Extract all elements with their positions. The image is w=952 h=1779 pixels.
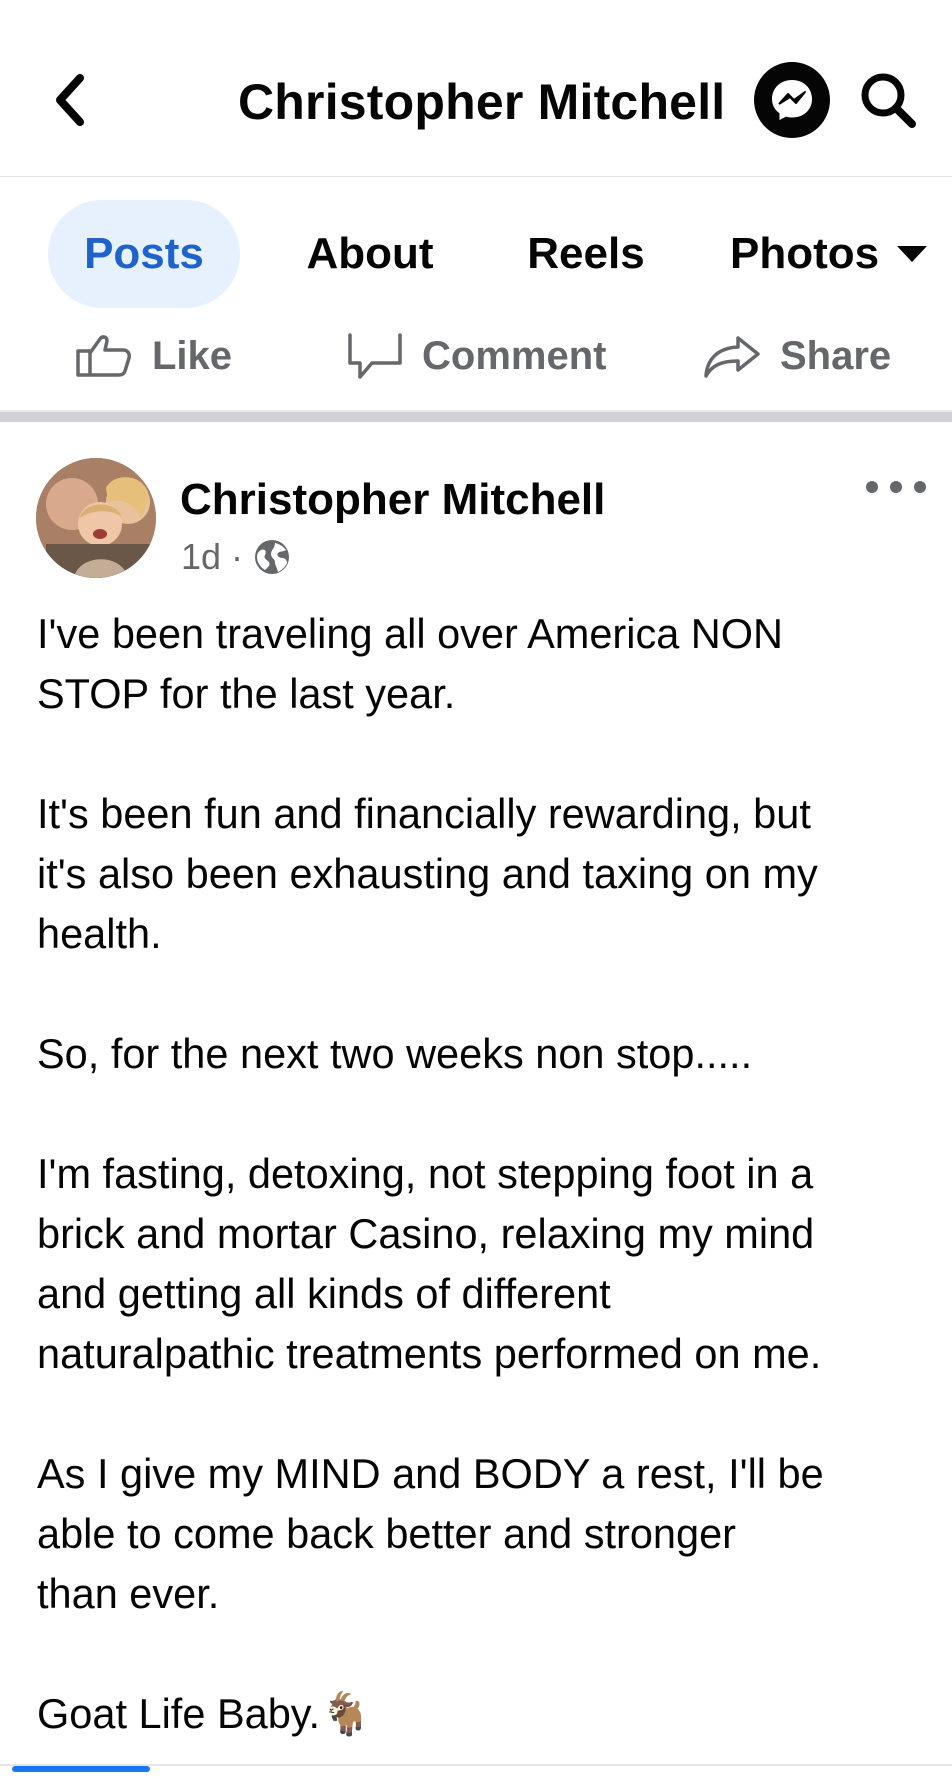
post-actions-bar: Like Comment Share	[0, 318, 952, 394]
post-header: Christopher Mitchell 1d ·	[0, 450, 952, 590]
post-line: I'm fasting, detoxing, not stepping foot…	[37, 1150, 814, 1197]
post-timestamp[interactable]: 1d	[181, 532, 221, 582]
share-button[interactable]: Share	[702, 318, 891, 394]
scroll-indicator	[12, 1766, 150, 1772]
post-line: So, for the next two weeks non stop.....	[37, 1030, 753, 1077]
like-button[interactable]: Like	[76, 318, 232, 394]
tab-photos-label: Photos	[730, 229, 880, 278]
post-line: I've been traveling all over America NON	[37, 610, 784, 657]
meta-separator: ·	[231, 536, 244, 577]
section-divider	[0, 410, 952, 422]
messenger-icon	[772, 80, 812, 120]
avatar-photo	[36, 458, 156, 578]
post-line: brick and mortar Casino, relaxing my min…	[37, 1210, 815, 1257]
thumbs-up-icon	[76, 335, 131, 377]
like-label: Like	[152, 333, 233, 378]
profile-page: Christopher Mitchell Posts About Reels P…	[0, 0, 952, 1779]
more-dot-icon	[914, 481, 926, 493]
more-dot-icon	[890, 481, 902, 493]
post-line: able to come back better and stronger	[37, 1510, 736, 1557]
post-line: than ever.	[37, 1570, 220, 1617]
avatar[interactable]	[36, 458, 156, 578]
comment-button[interactable]: Comment	[346, 318, 606, 394]
search-button[interactable]	[852, 64, 924, 136]
page-title: Christopher Mitchell	[238, 74, 726, 130]
back-button[interactable]	[40, 60, 100, 140]
post-paragraph: It's been fun and financially rewarding,…	[37, 784, 937, 964]
post-line: naturalpathic treatments performed on me…	[37, 1330, 822, 1377]
post-meta: 1d ·	[181, 532, 291, 582]
post-paragraph: I've been traveling all over America NON…	[37, 604, 937, 724]
post-line: Goat Life Baby.🐐	[37, 1690, 372, 1737]
comment-icon	[348, 333, 402, 379]
share-icon	[704, 336, 760, 378]
post-paragraph: As I give my MIND and BODY a rest, I'll …	[37, 1444, 937, 1624]
tab-posts[interactable]: Posts	[48, 200, 240, 308]
post-paragraph: So, for the next two weeks non stop.....	[37, 1024, 937, 1084]
post-text: I've been traveling all over America NON…	[37, 604, 937, 1744]
share-label: Share	[780, 333, 892, 378]
top-bar: Christopher Mitchell	[0, 0, 952, 177]
messenger-button[interactable]	[754, 62, 830, 138]
post-line: As I give my MIND and BODY a rest, I'll …	[37, 1450, 824, 1497]
chevron-left-icon	[56, 74, 84, 126]
caret-down-icon	[897, 246, 928, 262]
post-line: and getting all kinds of different	[37, 1270, 611, 1317]
profile-tabs: Posts About Reels Photos	[0, 200, 952, 312]
more-options-button[interactable]	[866, 472, 926, 502]
post-paragraph: Goat Life Baby.🐐	[37, 1684, 937, 1744]
tab-about[interactable]: About	[290, 200, 450, 308]
post-line: It's been fun and financially rewarding,…	[37, 790, 811, 837]
post-author-name[interactable]: Christopher Mitchell	[180, 470, 605, 530]
globe-icon	[255, 540, 290, 574]
tab-photos[interactable]: Photos	[730, 200, 952, 308]
post-paragraph: I'm fasting, detoxing, not stepping foot…	[37, 1144, 937, 1384]
more-dot-icon	[866, 481, 878, 493]
post-line: it's also been exhausting and taxing on …	[37, 850, 818, 897]
comment-label: Comment	[422, 333, 607, 378]
search-icon	[861, 73, 916, 128]
tab-reels[interactable]: Reels	[516, 200, 656, 308]
post-line: health.	[37, 910, 162, 957]
post-line: STOP for the last year.	[37, 670, 456, 717]
